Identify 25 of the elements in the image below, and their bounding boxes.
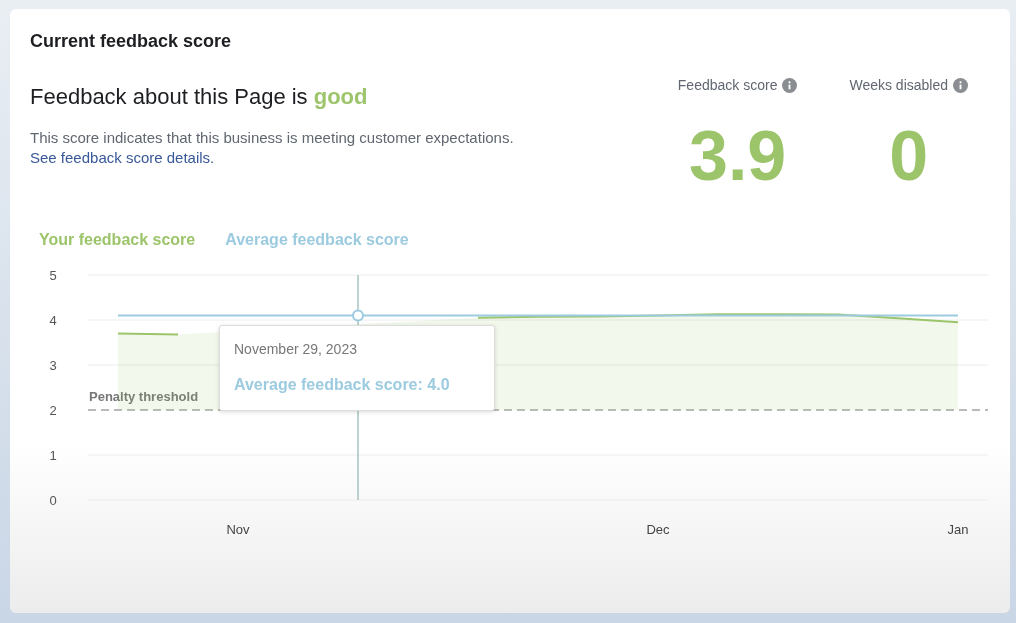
card-title: Current feedback score <box>30 31 233 52</box>
axis-label: 1 <box>49 448 57 463</box>
axis-label: 2 <box>49 403 57 418</box>
headline: Feedback about this Page is good <box>30 84 369 110</box>
axis-label: 5 <box>49 268 57 283</box>
tooltip-date: November 29, 2023 <box>234 341 358 357</box>
axis-label: Dec <box>646 522 670 537</box>
stat-label: Weeks disabled <box>849 77 948 93</box>
legend-item[interactable]: Average feedback score <box>225 231 409 249</box>
info-icon[interactable] <box>782 77 798 93</box>
axis-label: 4 <box>49 313 57 328</box>
stat-label: Feedback score <box>677 77 778 93</box>
description: This score indicates that this business is meeting customer expectations. See feedback score details. <box>30 128 515 168</box>
axis-label: Jan <box>947 522 969 537</box>
stat-value: 0 <box>889 116 929 197</box>
axis-label: 0 <box>49 493 57 508</box>
stat-value: 3.9 <box>688 116 787 197</box>
details-link[interactable]: See feedback score details. <box>30 149 215 166</box>
legend-item[interactable]: Your feedback score <box>39 231 196 249</box>
axis-label: Nov <box>226 522 250 537</box>
axis-label: 3 <box>49 358 57 373</box>
info-icon[interactable] <box>953 77 968 93</box>
hover-point <box>352 309 364 322</box>
tooltip-value: Average feedback score: 4.0 <box>234 376 451 394</box>
threshold-label: Penalty threshold <box>89 389 199 404</box>
